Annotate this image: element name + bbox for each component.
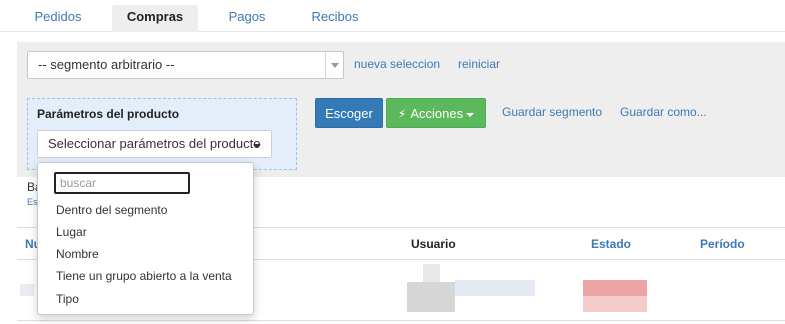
actions-button-label: Acciones	[410, 106, 464, 121]
table-row-divider	[17, 320, 785, 321]
dropdown-item-dentro-del-segmento[interactable]: Dentro del segmento	[56, 203, 167, 217]
select-product-params-button[interactable]: Seleccionar parámetros del producto	[37, 130, 272, 158]
caret-down-icon	[466, 112, 475, 117]
dropdown-item-nombre[interactable]: Nombre	[56, 247, 99, 261]
column-header-user[interactable]: Usuario	[411, 237, 456, 251]
blurred-cell	[455, 280, 535, 296]
dropdown-item-lugar[interactable]: Lugar	[56, 225, 87, 239]
bolt-icon: ⚡	[397, 107, 407, 121]
segment-select[interactable]: -- segmento arbitrario --	[27, 51, 344, 79]
blurred-status	[583, 280, 647, 296]
reset-link[interactable]: reiniciar	[458, 57, 500, 71]
column-header-period[interactable]: Período	[700, 237, 745, 251]
dropdown-search-input[interactable]	[54, 172, 190, 194]
tab-bar: Pedidos Compras Pagos Recibos	[0, 0, 785, 32]
blurred-cell	[423, 264, 440, 284]
product-params-dropdown: Dentro del segmento Lugar Nombre Tiene u…	[37, 162, 254, 315]
tab-recibos[interactable]: Recibos	[296, 5, 374, 32]
partial-link[interactable]: Es	[27, 197, 38, 207]
product-params-title: Parámetros del producto	[37, 107, 180, 121]
segment-select-value: -- segmento arbitrario --	[38, 57, 175, 72]
blurred-cell	[20, 284, 34, 296]
blurred-status	[583, 296, 647, 312]
actions-button[interactable]: ⚡ Acciones	[386, 98, 486, 128]
save-as-link[interactable]: Guardar como...	[620, 105, 707, 119]
tab-compras[interactable]: Compras	[112, 5, 198, 32]
caret-down-icon	[253, 144, 261, 148]
dropdown-item-tipo[interactable]: Tipo	[56, 292, 79, 306]
segment-select-arrow[interactable]	[325, 52, 343, 78]
blurred-cell	[407, 282, 455, 312]
select-product-params-label: Seleccionar parámetros del producto	[48, 136, 261, 151]
choose-button[interactable]: Escoger	[315, 98, 383, 128]
save-segment-link[interactable]: Guardar segmento	[502, 105, 602, 119]
new-selection-link[interactable]: nueva seleccion	[354, 57, 440, 71]
caret-down-icon	[331, 63, 339, 68]
tab-pagos[interactable]: Pagos	[214, 5, 280, 32]
tab-pedidos[interactable]: Pedidos	[20, 5, 96, 32]
dropdown-item-grupo-abierto[interactable]: Tiene un grupo abierto a la venta	[56, 269, 232, 283]
column-header-status[interactable]: Estado	[591, 237, 631, 251]
